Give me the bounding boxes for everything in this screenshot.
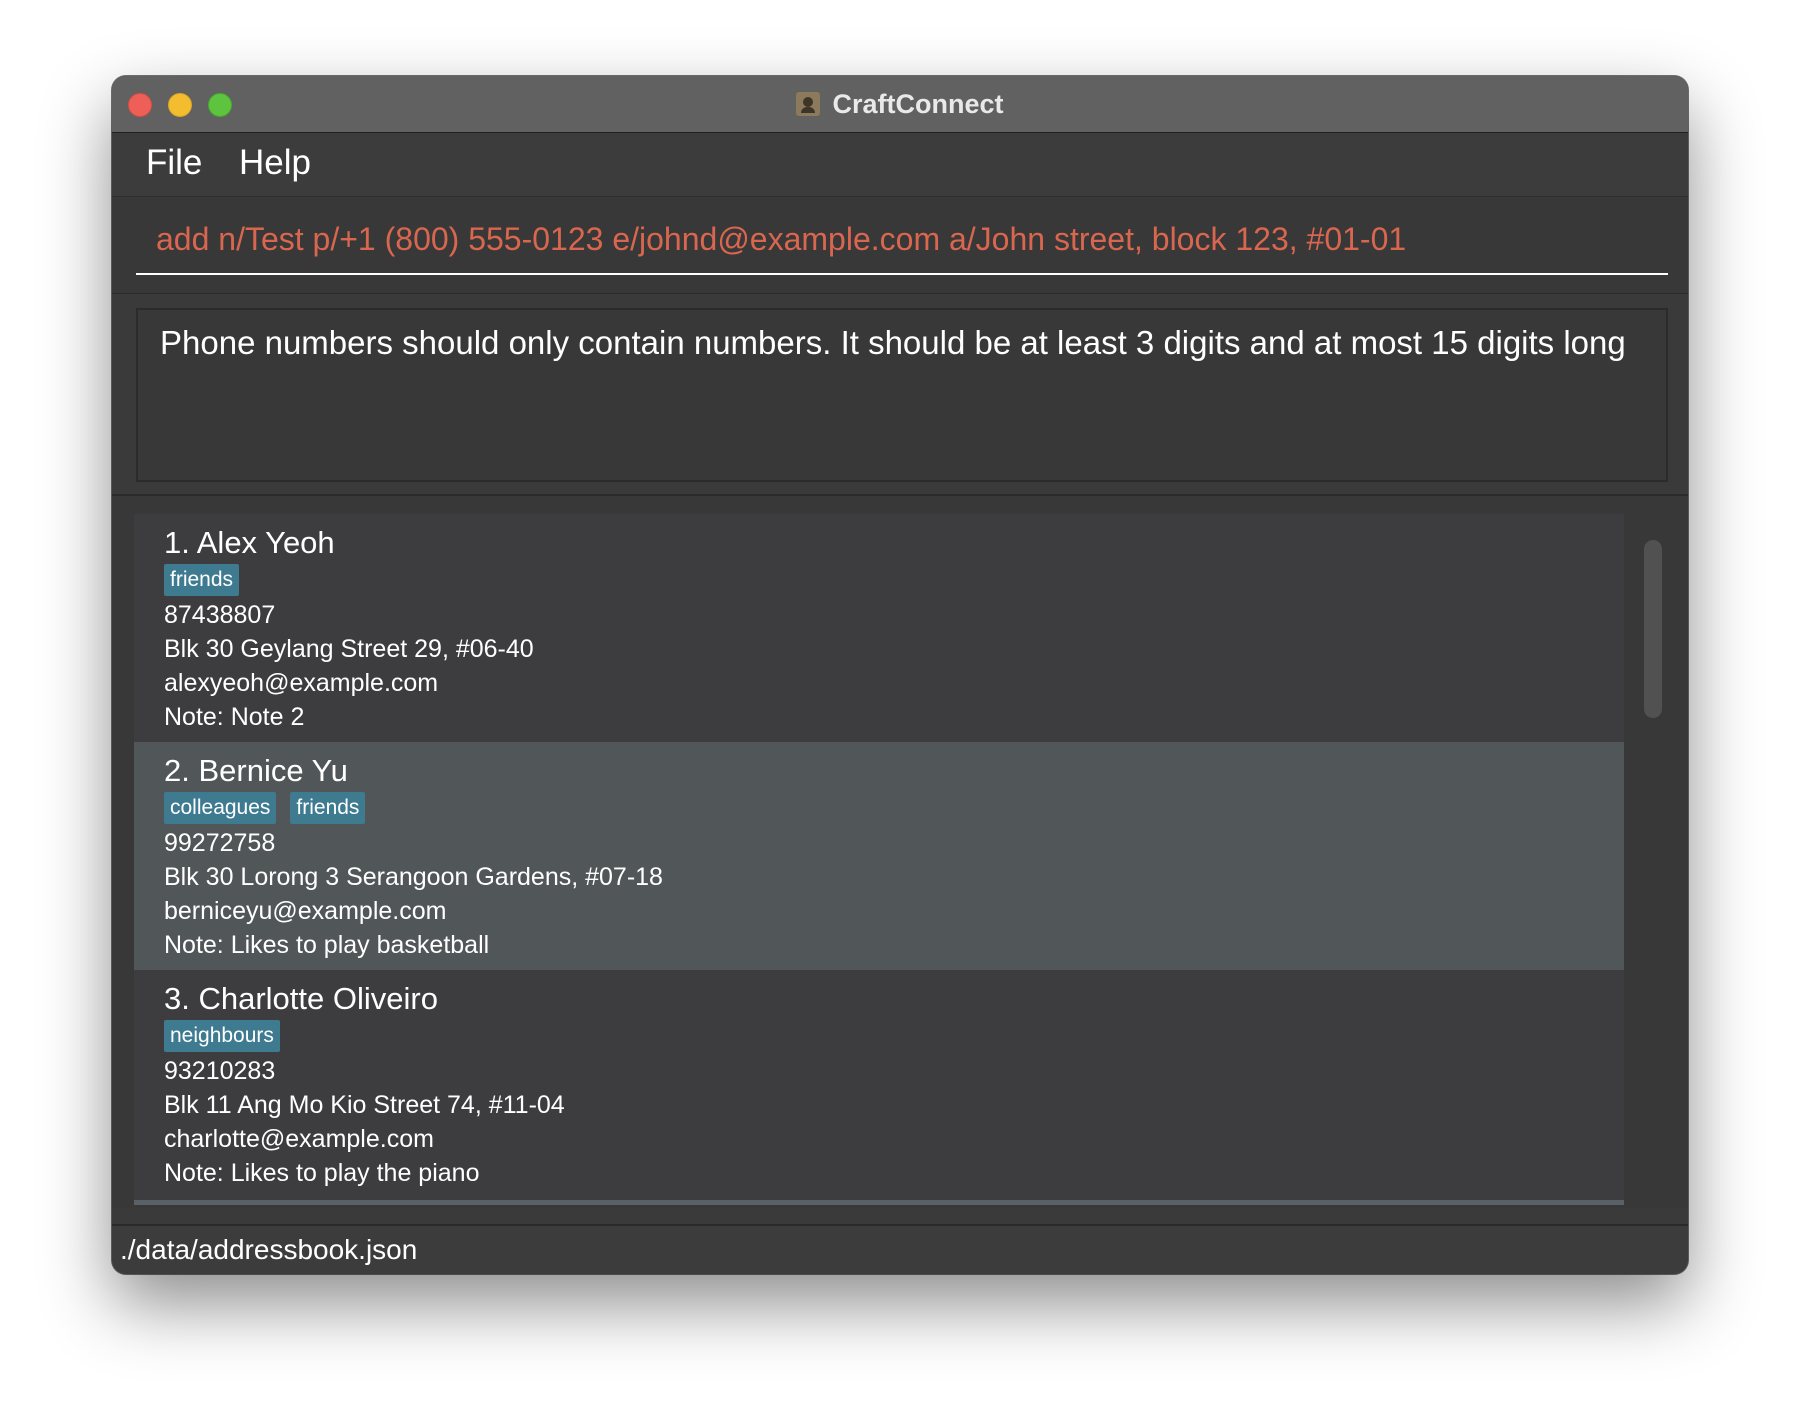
window-title: CraftConnect xyxy=(832,88,1004,119)
person-name: 2. Bernice Yu xyxy=(164,753,348,788)
tag-list: colleagues friends xyxy=(164,792,1624,826)
tag-list: friends xyxy=(164,564,1624,598)
person-email: berniceyu@example.com xyxy=(164,897,447,925)
person-address: Blk 30 Geylang Street 29, #06-40 xyxy=(164,635,534,663)
person-card[interactable]: 2. Bernice Yu colleagues friends 9927275… xyxy=(134,742,1624,970)
save-file-path: ./data/addressbook.json xyxy=(120,1234,418,1265)
menu-help[interactable]: Help xyxy=(239,143,311,183)
person-name: 1. Alex Yeoh xyxy=(164,525,335,560)
person-phone: 93210283 xyxy=(164,1057,276,1085)
person-note: Note: Likes to play the piano xyxy=(164,1159,480,1187)
person-email: alexyeoh@example.com xyxy=(164,669,439,697)
command-box: add n/Test p/+1 (800) 555-0123 e/johnd@e… xyxy=(112,196,1688,293)
title-wrap: CraftConnect xyxy=(112,76,1688,132)
person-name: 3. Charlotte Oliveiro xyxy=(164,981,438,1016)
status-bar: ./data/addressbook.json xyxy=(112,1224,1688,1274)
app-window: CraftConnect File Help add n/Test p/+1 (… xyxy=(112,76,1688,1274)
result-display[interactable]: Phone numbers should only contain number… xyxy=(136,308,1668,482)
tag: neighbours xyxy=(164,1020,280,1052)
person-note: Note: Likes to play basketball xyxy=(164,931,490,959)
person-phone: 99272758 xyxy=(164,829,276,857)
result-display-section: Phone numbers should only contain number… xyxy=(112,293,1688,497)
menu-bar: File Help xyxy=(112,133,1688,196)
address-book-icon xyxy=(796,92,821,116)
person-email: charlotte@example.com xyxy=(164,1125,434,1153)
person-address: Blk 11 Ang Mo Kio Street 74, #11-04 xyxy=(164,1091,565,1119)
person-note: Note: Note 2 xyxy=(164,703,305,731)
person-phone: 87438807 xyxy=(164,601,276,629)
tag: friends xyxy=(164,564,240,596)
person-list-panel: 1. Alex Yeoh friends 87438807 Blk 30 Gey… xyxy=(112,496,1688,1208)
tag: friends xyxy=(290,792,366,824)
list-scrollbar[interactable] xyxy=(1644,540,1662,718)
person-list[interactable]: 1. Alex Yeoh friends 87438807 Blk 30 Gey… xyxy=(134,514,1624,1202)
list-divider xyxy=(134,1200,1624,1205)
tag-list: neighbours xyxy=(164,1020,1624,1054)
title-bar[interactable]: CraftConnect xyxy=(112,76,1688,133)
command-input[interactable]: add n/Test p/+1 (800) 555-0123 e/johnd@e… xyxy=(136,211,1668,275)
tag: colleagues xyxy=(164,792,277,824)
person-card[interactable]: 1. Alex Yeoh friends 87438807 Blk 30 Gey… xyxy=(134,514,1624,742)
person-address: Blk 30 Lorong 3 Serangoon Gardens, #07-1… xyxy=(164,863,663,891)
person-card[interactable]: 3. Charlotte Oliveiro neighbours 9321028… xyxy=(134,970,1624,1198)
menu-file[interactable]: File xyxy=(146,143,202,183)
